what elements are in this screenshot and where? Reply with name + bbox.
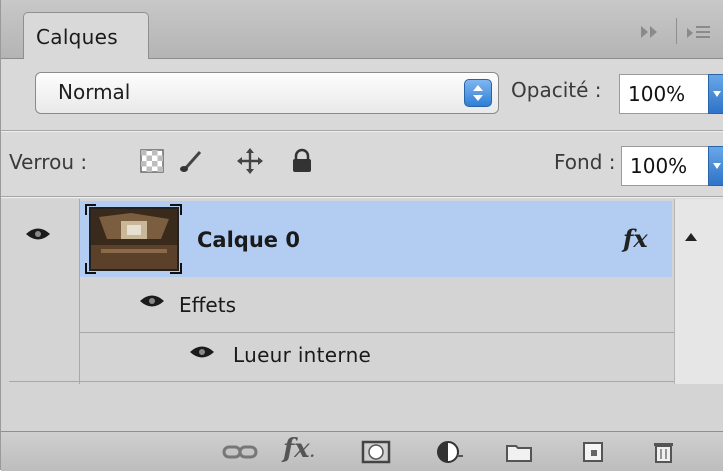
panel-header: Calques	[1, 0, 723, 59]
layers-panel: Calques Normal Opacité : 100% Verrou : F…	[0, 0, 723, 471]
collapse-effects-arrow-icon[interactable]	[685, 233, 697, 241]
blend-mode-value: Normal	[58, 80, 131, 104]
blend-mode-select[interactable]: Normal	[35, 72, 499, 114]
inner-glow-visibility-eye-icon[interactable]	[189, 344, 215, 360]
fill-dropdown-icon[interactable]	[708, 146, 723, 186]
layer-effects-fx-icon[interactable]: fx	[623, 224, 648, 253]
opacity-input[interactable]: 100%	[619, 74, 723, 114]
opacity-dropdown-icon[interactable]	[708, 74, 723, 114]
panel-menu-icon[interactable]	[685, 22, 715, 44]
blend-mode-stepper-icon[interactable]	[464, 79, 492, 107]
opacity-label: Opacité :	[511, 78, 602, 102]
effects-visibility-eye-icon[interactable]	[139, 293, 165, 309]
fill-value: 100%	[630, 154, 688, 178]
lock-transparency-icon[interactable]	[139, 148, 165, 174]
lock-position-move-icon[interactable]	[237, 148, 263, 174]
collapse-panel-icon[interactable]	[639, 24, 661, 40]
tab-calques[interactable]: Calques	[23, 12, 149, 59]
row-divider	[9, 381, 674, 382]
inner-glow-effect-label[interactable]: Lueur interne	[233, 343, 371, 367]
new-layer-icon[interactable]	[581, 440, 607, 464]
fill-label: Fond :	[554, 150, 616, 174]
divider	[1, 131, 723, 132]
delete-layer-trash-icon[interactable]	[651, 440, 677, 464]
lock-all-padlock-icon[interactable]	[289, 148, 315, 174]
layer-visibility-eye-icon[interactable]	[25, 226, 51, 242]
link-layers-icon[interactable]	[221, 440, 259, 464]
thumbnail-selection-brackets-icon	[85, 204, 182, 274]
effects-label: Effets	[179, 293, 236, 317]
layers-scrollbar[interactable]	[674, 199, 723, 384]
lock-label: Verrou :	[9, 150, 88, 174]
add-layer-mask-icon[interactable]	[361, 440, 391, 464]
new-adjustment-layer-icon[interactable]	[435, 440, 469, 464]
layer-name[interactable]: Calque 0	[197, 228, 300, 252]
new-group-folder-icon[interactable]	[505, 440, 533, 464]
layers-bottom-toolbar: fx.	[1, 431, 723, 471]
tab-label: Calques	[36, 25, 118, 49]
opacity-value: 100%	[628, 82, 686, 106]
divider	[1, 197, 723, 198]
fill-input[interactable]: 100%	[621, 146, 723, 186]
lock-pixels-brush-icon[interactable]	[178, 148, 204, 174]
row-divider	[80, 332, 674, 333]
add-layer-style-fx-icon[interactable]: fx.	[283, 434, 315, 464]
header-separator	[676, 18, 677, 44]
